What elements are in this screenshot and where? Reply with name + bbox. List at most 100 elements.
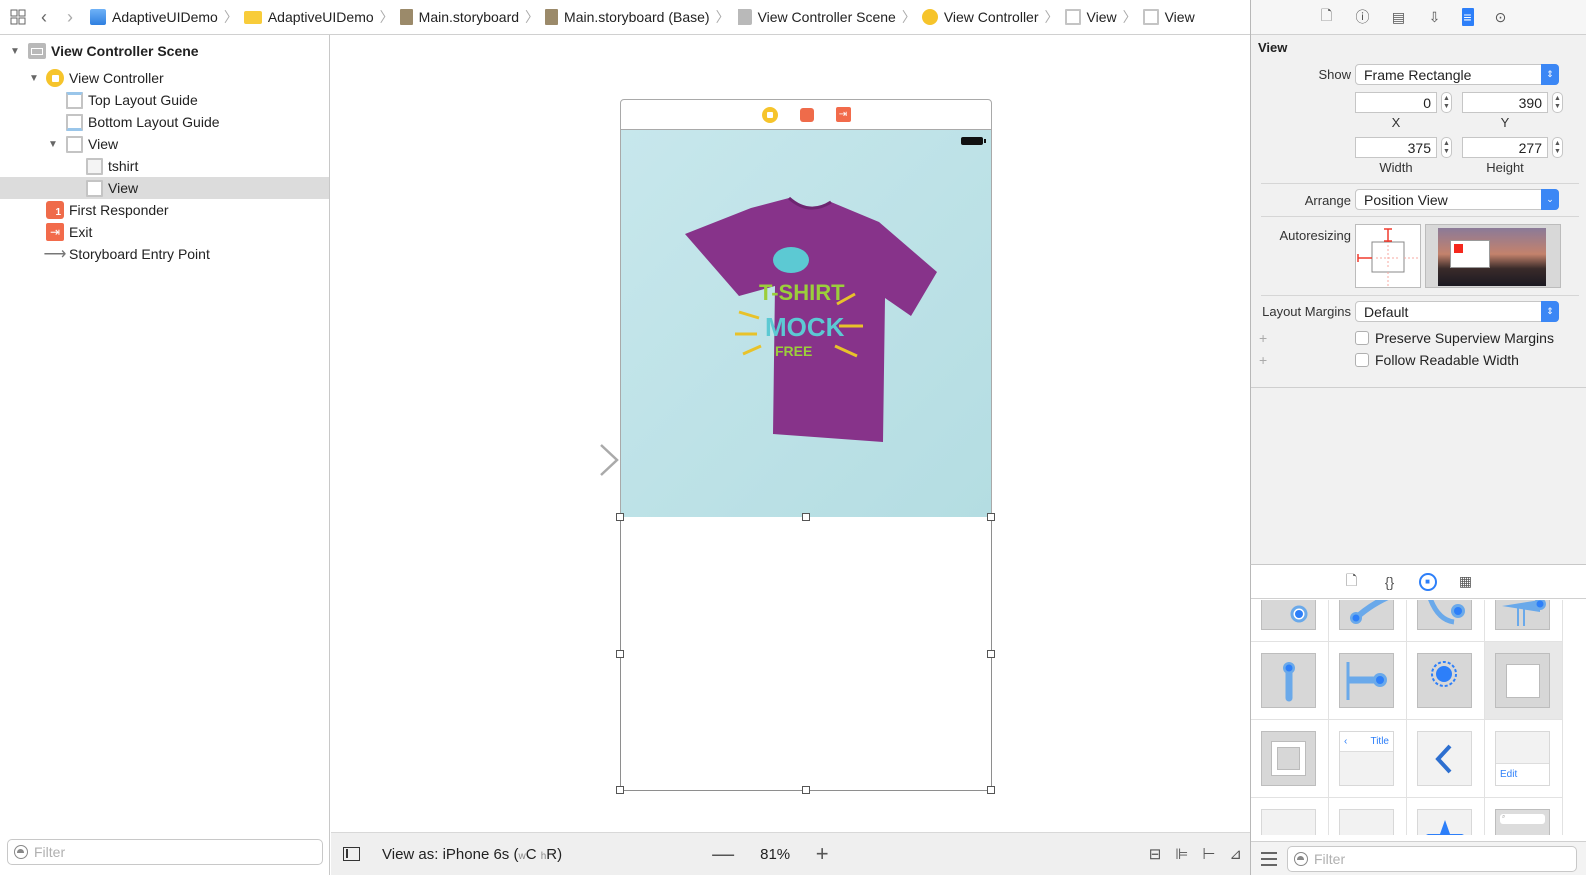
resize-handle-bottom[interactable] [802, 786, 810, 794]
resize-handle-top-left[interactable] [616, 513, 624, 521]
breadcrumb-item-view[interactable]: View [1064, 9, 1117, 25]
tree-item-view[interactable]: ▼ View [0, 133, 329, 155]
width-field[interactable]: 375 [1355, 137, 1437, 158]
tree-item-storyboard-entry-point[interactable]: ⟶ Storyboard Entry Point [0, 243, 329, 265]
library-item-container-view[interactable] [1251, 720, 1329, 798]
tree-item-view-controller-scene[interactable]: ▼ View Controller Scene [0, 40, 329, 62]
library-item-swipe-gesture-recognizer[interactable] [1485, 600, 1563, 642]
resize-handle-top[interactable] [802, 513, 810, 521]
layout-margins-popup[interactable]: Default ⇕ [1355, 301, 1559, 322]
popup-chevron-icon: ⇕ [1541, 64, 1559, 85]
embed-in-stack-icon[interactable]: ⊟ [1149, 845, 1162, 863]
disclosure-triangle-icon[interactable]: ▼ [48, 139, 58, 150]
add-variation-icon[interactable]: + [1259, 330, 1267, 346]
library-item-tap-gesture-recognizer[interactable] [1251, 600, 1329, 642]
library-item-tab-bar[interactable] [1329, 798, 1407, 835]
library-item-pan-gesture-recognizer[interactable] [1251, 642, 1329, 720]
height-stepper[interactable]: ▲ ▼ [1552, 137, 1563, 158]
y-field[interactable]: 390 [1462, 92, 1548, 113]
library-item-tab-bar-item[interactable] [1407, 798, 1485, 835]
outline-filter-input[interactable]: Filter [7, 839, 323, 865]
tree-item-subview[interactable]: View [0, 177, 329, 199]
breadcrumb-item-subview[interactable]: View [1142, 9, 1195, 25]
exit-icon[interactable]: ⇥ [835, 107, 851, 122]
storyboard-entry-arrow[interactable] [521, 443, 621, 479]
arrange-popup[interactable]: Position View ⌄ [1355, 189, 1559, 210]
view-as-device-button[interactable]: View as: iPhone 6s (wC hR) [382, 846, 562, 863]
zoom-out-button[interactable]: — [712, 841, 734, 867]
library-item-navigation-item[interactable]: ‹ Title [1329, 720, 1407, 798]
breadcrumb-item-folder[interactable]: AdaptiveUIDemo [243, 9, 374, 25]
show-popup[interactable]: Frame Rectangle ⇕ [1355, 64, 1559, 85]
size-inspector-icon[interactable]: ≡ [1461, 8, 1474, 26]
related-items-grid-icon[interactable] [10, 9, 26, 25]
autoresizing-mask-control[interactable] [1355, 224, 1421, 288]
resolve-auto-layout-icon[interactable]: ⊿ [1229, 845, 1242, 863]
height-label: Height [1486, 160, 1524, 175]
zoom-in-button[interactable]: + [812, 841, 832, 867]
code-snippet-library-icon[interactable]: {} [1381, 573, 1399, 591]
pin-icon[interactable]: ⊢ [1202, 845, 1215, 863]
x-field[interactable]: 0 [1355, 92, 1437, 113]
file-template-library-icon[interactable]: 🗋 [1343, 572, 1361, 591]
breadcrumb-item-scene[interactable]: View Controller Scene [735, 9, 896, 25]
chevron-right-icon: 〉 [525, 9, 540, 25]
connections-inspector-icon[interactable]: ⊙ [1492, 8, 1510, 26]
follow-readable-width-checkbox[interactable] [1355, 353, 1369, 367]
add-variation-icon[interactable]: + [1259, 352, 1267, 368]
width-stepper[interactable]: ▲ ▼ [1441, 137, 1452, 158]
view-controller-scene-frame[interactable]: ⇥ T-SHIRT MOCK FREE [616, 99, 995, 794]
breadcrumb-item-storyboard[interactable]: Main.storyboard [399, 9, 519, 25]
library-item-long-press-gesture-recognizer[interactable] [1407, 642, 1485, 720]
resize-handle-right[interactable] [987, 650, 995, 658]
attributes-inspector-icon[interactable]: ⇩ [1426, 8, 1444, 26]
tree-item-view-controller[interactable]: ▼ View Controller [0, 67, 329, 89]
library-item-pinch-gesture-recognizer[interactable] [1329, 600, 1407, 642]
library-item-bar-button-item-edit[interactable]: Edit [1485, 720, 1563, 798]
align-icon[interactable]: ⊫ [1175, 845, 1188, 863]
view-controller-icon[interactable] [761, 106, 778, 123]
tree-item-top-layout-guide[interactable]: Top Layout Guide [0, 89, 329, 111]
library-item-screen-edge-pan-gesture-recognizer[interactable] [1329, 642, 1407, 720]
chevron-right-icon: 〉 [901, 9, 916, 25]
back-chevron-icon[interactable]: ‹ [36, 7, 52, 27]
y-label: Y [1500, 115, 1510, 130]
library-grid: ‹ Title Edit ⌕ [1251, 600, 1586, 835]
tree-item-exit[interactable]: ⇥ Exit [0, 221, 329, 243]
object-library-icon[interactable]: ■ [1418, 572, 1437, 591]
first-responder-icon[interactable] [799, 107, 814, 122]
storyboard-canvas[interactable]: ⇥ T-SHIRT MOCK FREE [331, 35, 1250, 832]
disclosure-triangle-icon[interactable]: ▼ [29, 73, 39, 84]
list-view-toggle-icon[interactable] [1261, 851, 1277, 866]
library-item-rotation-gesture-recognizer[interactable] [1407, 600, 1485, 642]
resize-handle-top-right[interactable] [987, 513, 995, 521]
preview-view-rect [1450, 240, 1490, 268]
tree-item-bottom-layout-guide[interactable]: Bottom Layout Guide [0, 111, 329, 133]
preserve-superview-margins-checkbox[interactable] [1355, 331, 1369, 345]
library-item-search-bar[interactable]: ⌕ [1485, 798, 1563, 835]
toggle-outline-icon[interactable] [343, 847, 360, 861]
quick-help-icon[interactable]: ⓘ [1354, 8, 1372, 26]
selected-view[interactable] [620, 517, 992, 791]
library-filter-input[interactable]: Filter [1287, 845, 1577, 872]
resize-handle-left[interactable] [616, 650, 624, 658]
media-library-icon[interactable]: ▦ [1457, 573, 1475, 591]
tree-item-tshirt[interactable]: tshirt [0, 155, 329, 177]
library-item-view[interactable] [1485, 642, 1563, 720]
resize-handle-bottom-left[interactable] [616, 786, 624, 794]
breadcrumb-item-view-controller[interactable]: View Controller [921, 9, 1039, 25]
resize-handle-bottom-right[interactable] [987, 786, 995, 794]
forward-chevron-icon[interactable]: › [62, 7, 78, 27]
tshirt-image-view[interactable]: T-SHIRT MOCK FREE [620, 130, 992, 517]
disclosure-triangle-icon[interactable]: ▼ [10, 46, 20, 57]
library-item-bar-button-item-back[interactable] [1407, 720, 1485, 798]
file-inspector-icon[interactable]: 🗋 [1318, 7, 1336, 26]
library-item-toolbar[interactable] [1251, 798, 1329, 835]
height-field[interactable]: 277 [1462, 137, 1548, 158]
breadcrumb-item-storyboard-base[interactable]: Main.storyboard (Base) [545, 9, 710, 25]
breadcrumb-item-project[interactable]: AdaptiveUIDemo [90, 9, 218, 25]
x-stepper[interactable]: ▲ ▼ [1441, 92, 1452, 113]
identity-inspector-icon[interactable]: ▤ [1390, 8, 1408, 26]
y-stepper[interactable]: ▲ ▼ [1552, 92, 1563, 113]
tree-item-first-responder[interactable]: 1 First Responder [0, 199, 329, 221]
